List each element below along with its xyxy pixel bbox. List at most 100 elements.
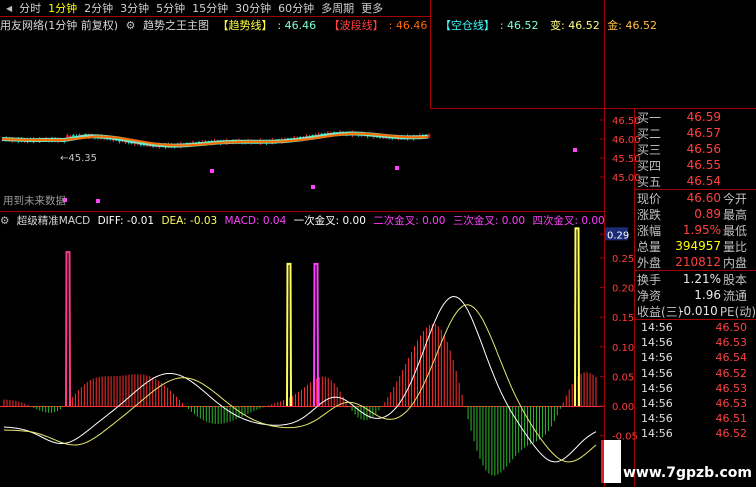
signal-marker [573, 148, 577, 152]
extra-row: 换手 1.21% 股本 [635, 271, 756, 287]
extra-label: 净资 [637, 288, 662, 303]
price-lines [1, 131, 429, 148]
main-indicator-name[interactable]: 趋势之王主图 [143, 19, 209, 32]
macd-tick-label: 0.15 [612, 313, 634, 324]
trend-line-value: : 46.46 [277, 19, 317, 32]
security-title: 用友网络(1分钟 前复权) [0, 19, 119, 32]
macd-value: MACD: 0.04 [224, 215, 287, 227]
stat-row: 总量 394957 量比 [635, 238, 756, 254]
stat-label: 涨幅 [637, 223, 662, 238]
tick-time: 14:56 [641, 366, 673, 380]
stat-row: 涨跌 0.89 最高 [635, 206, 756, 222]
trend-line-label: 【趋势线】 [217, 19, 273, 32]
bid-label: 买五 [637, 174, 662, 189]
tick-price: 46.52 [715, 427, 748, 441]
low-price-label: ←45.35 [60, 153, 98, 164]
tick-row: 14:56 46.50 [635, 320, 756, 335]
stat-row: 现价 46.60 今开 [635, 190, 756, 206]
wave-line-label: 【波段线】 [328, 19, 384, 32]
macd-tick-label: 0.20 [612, 284, 634, 295]
tab-5min[interactable]: 5分钟 [156, 0, 185, 16]
tick-price: 46.54 [715, 351, 748, 365]
bid-price: 46.55 [686, 158, 721, 172]
signal-marker [311, 185, 315, 189]
bid-row[interactable]: 买二 46.57 [635, 125, 756, 141]
empty-line-label: 【空仓线】 [439, 19, 495, 32]
tick-time: 14:56 [641, 381, 673, 395]
extra-value: -0.010 [679, 304, 718, 318]
macd-tick-label: 0.05 [612, 372, 634, 383]
tick-price: 46.52 [715, 366, 748, 380]
extra-label-2: 股本 [723, 272, 748, 287]
bid-label: 买二 [637, 126, 662, 141]
tab-more[interactable]: 更多 [361, 0, 383, 16]
watermark-logo [601, 440, 621, 483]
tick-row: 14:56 46.52 [635, 366, 756, 381]
tab-2min[interactable]: 2分钟 [84, 0, 113, 16]
tab-fenshi[interactable]: 分时 [19, 0, 41, 16]
tick-time: 14:56 [641, 397, 673, 411]
extra-label: 换手 [637, 272, 662, 287]
signal-marker [210, 169, 214, 173]
golden-cross-spike [65, 251, 71, 407]
bid-row[interactable]: 买四 46.55 [635, 157, 756, 173]
extra-value: 1.96 [694, 288, 721, 302]
tick-time: 14:56 [641, 321, 673, 335]
indicator-gear-icon-2[interactable]: ⚙ [0, 215, 9, 227]
tab-15min[interactable]: 15分钟 [192, 0, 228, 16]
bid-label: 买四 [637, 158, 662, 173]
tick-time: 14:56 [641, 351, 673, 365]
indicator-axis: 0.290.250.200.150.100.050.00-0.05 [600, 227, 638, 443]
extra-stats: 换手 1.21% 股本 净资 1.96 流通 收益(三) -0.010 PE(动… [635, 270, 756, 319]
stat-row: 涨幅 1.95% 最低 [635, 222, 756, 238]
tab-30min[interactable]: 30分钟 [235, 0, 271, 16]
stat-label: 总量 [637, 239, 662, 254]
signal-marker [395, 166, 399, 170]
macd-pane [0, 227, 604, 476]
stat-label-2: 内盘 [723, 255, 748, 270]
extra-label-2: PE(动) [719, 304, 756, 319]
period-left-arrow-icon[interactable]: ◀ [6, 4, 12, 13]
cross3-value: 三次金叉: 0.00 [452, 215, 526, 227]
stat-value: 210812 [675, 255, 721, 269]
tab-1min[interactable]: 1分钟 [48, 0, 77, 16]
watermark-text: www.7gpzb.com [622, 465, 752, 481]
extra-row: 净资 1.96 流通 [635, 287, 756, 303]
change-value: 变: 46.52 [550, 19, 600, 32]
bid-list: 买一 46.59 买二 46.57 买三 46.56 买四 46.55 买五 4… [635, 109, 756, 189]
tab-3min[interactable]: 3分钟 [120, 0, 149, 16]
bid-label: 买三 [637, 142, 662, 157]
stat-label: 涨跌 [637, 207, 662, 222]
tick-row: 14:56 46.53 [635, 381, 756, 396]
tick-price: 46.50 [715, 321, 748, 335]
indicator-gear-icon[interactable]: ⚙ [126, 19, 136, 32]
stat-row: 外盘 210812 内盘 [635, 254, 756, 270]
signal-marker [96, 199, 100, 203]
extra-row: 收益(三) -0.010 PE(动) [635, 303, 756, 319]
tick-row: 14:56 46.53 [635, 396, 756, 411]
bid-price: 46.57 [686, 126, 721, 140]
tick-list[interactable]: 14:56 46.50 14:56 46.53 14:56 46.54 14:5… [635, 319, 756, 442]
gold-value: 金: 46.52 [607, 19, 657, 32]
tick-time: 14:56 [641, 427, 673, 441]
tab-60min[interactable]: 60分钟 [278, 0, 314, 16]
bid-price: 46.56 [686, 142, 721, 156]
bid-row[interactable]: 买三 46.56 [635, 141, 756, 157]
macd-tick-label: 0.10 [612, 343, 634, 354]
bid-price: 46.54 [686, 174, 721, 188]
empty-line-value: : 46.52 [499, 19, 539, 32]
tab-multi-period[interactable]: 多周期 [321, 0, 354, 16]
tick-row: 14:56 46.52 [635, 426, 756, 441]
tick-price: 46.53 [715, 397, 748, 411]
indicator-header: ⚙ 超级精准MACD DIFF: -0.01 DEA: -0.03 MACD: … [0, 213, 605, 227]
cross1-value: 一次金叉: 0.00 [293, 215, 366, 227]
bid-row[interactable]: 买五 46.54 [635, 173, 756, 189]
stat-label-2: 最高 [723, 207, 748, 222]
indicator-name[interactable]: 超级精准MACD [17, 215, 90, 227]
stat-value: 394957 [675, 239, 721, 253]
wave-line-value: : 46.46 [388, 19, 428, 32]
tick-price: 46.53 [715, 336, 748, 350]
tick-price: 46.53 [715, 381, 748, 395]
main-chart-header: 用友网络(1分钟 前复权) ⚙ 趋势之王主图 【趋势线】 : 46.46 【波段线… [0, 17, 657, 33]
bid-row[interactable]: 买一 46.59 [635, 109, 756, 125]
